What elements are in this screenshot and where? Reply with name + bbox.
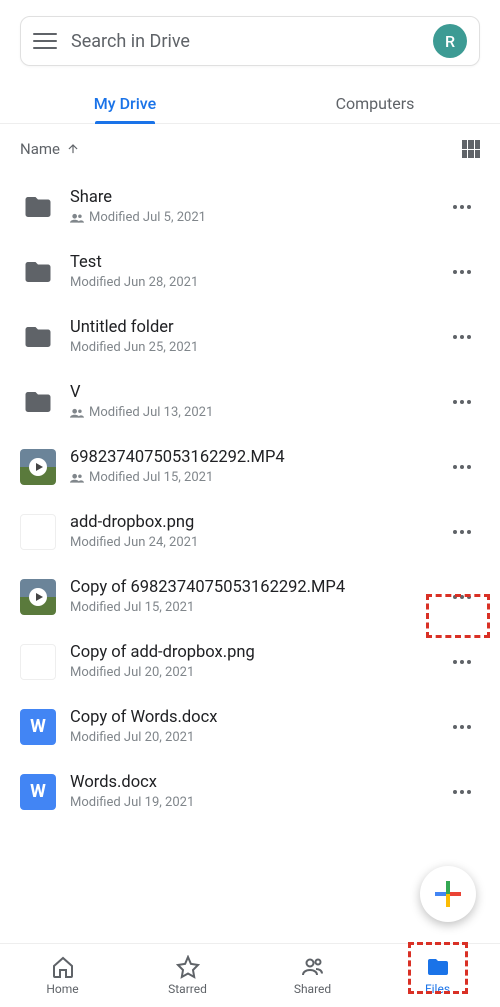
avatar[interactable]: R: [433, 24, 467, 58]
video-thumbnail: [20, 579, 56, 615]
file-info: Copy of 6982374075053162292.MP4 Modified …: [70, 578, 430, 615]
file-meta: Modified Jul 20, 2021: [70, 730, 430, 745]
star-icon: [176, 955, 200, 979]
file-name: V: [70, 383, 430, 402]
file-meta: Modified Jul 15, 2021: [70, 470, 430, 485]
word-doc-icon: W: [20, 774, 56, 810]
nav-starred-label: Starred: [168, 982, 207, 996]
file-info: Share Modified Jul 5, 2021: [70, 188, 430, 225]
more-options-button[interactable]: [444, 709, 480, 745]
file-meta: Modified Jul 15, 2021: [70, 600, 430, 615]
file-row[interactable]: W Copy of Words.docx Modified Jul 20, 2021: [0, 694, 500, 759]
sort-button[interactable]: Name: [20, 140, 80, 158]
file-row[interactable]: Share Modified Jul 5, 2021: [0, 174, 500, 239]
file-name: Share: [70, 188, 430, 207]
file-row[interactable]: Copy of add-dropbox.png Modified Jul 20, …: [0, 629, 500, 694]
file-name: add-dropbox.png: [70, 513, 430, 532]
nav-home[interactable]: Home: [0, 944, 125, 1007]
more-options-button[interactable]: [444, 449, 480, 485]
file-meta: Modified Jul 20, 2021: [70, 665, 430, 680]
more-options-button[interactable]: [444, 384, 480, 420]
folder-icon: [426, 955, 450, 979]
search-bar[interactable]: Search in Drive R: [20, 16, 480, 66]
file-name: Copy of add-dropbox.png: [70, 643, 430, 662]
file-meta: Modified Jun 28, 2021: [70, 275, 430, 290]
more-options-button[interactable]: [444, 319, 480, 355]
add-button[interactable]: [420, 866, 476, 922]
file-row[interactable]: V Modified Jul 13, 2021: [0, 369, 500, 434]
more-options-button[interactable]: [444, 579, 480, 615]
file-info: add-dropbox.png Modified Jun 24, 2021: [70, 513, 430, 550]
file-info: Words.docx Modified Jul 19, 2021: [70, 773, 430, 810]
file-meta: Modified Jun 24, 2021: [70, 535, 430, 550]
grid-view-icon[interactable]: [462, 140, 480, 158]
more-options-button[interactable]: [444, 644, 480, 680]
nav-home-label: Home: [46, 982, 78, 996]
video-thumbnail: [20, 449, 56, 485]
file-name: Copy of 6982374075053162292.MP4: [70, 578, 430, 597]
file-name: 6982374075053162292.MP4: [70, 448, 430, 467]
file-name: Copy of Words.docx: [70, 708, 430, 727]
image-thumbnail: [20, 514, 56, 550]
menu-icon[interactable]: [33, 29, 57, 53]
word-doc-icon: W: [20, 709, 56, 745]
nav-starred[interactable]: Starred: [125, 944, 250, 1007]
folder-icon: [20, 189, 56, 225]
image-thumbnail: [20, 644, 56, 680]
sort-label-text: Name: [20, 140, 60, 158]
nav-files[interactable]: Files: [375, 944, 500, 1007]
file-row[interactable]: 6982374075053162292.MP4 Modified Jul 15, …: [0, 434, 500, 499]
more-options-button[interactable]: [444, 189, 480, 225]
tabs: My Drive Computers: [0, 82, 500, 124]
plus-icon: [435, 881, 461, 907]
file-name: Untitled folder: [70, 318, 430, 337]
file-list: Share Modified Jul 5, 2021 Test Modified Ju…: [0, 174, 500, 914]
file-row[interactable]: add-dropbox.png Modified Jun 24, 2021: [0, 499, 500, 564]
file-meta: Modified Jul 19, 2021: [70, 795, 430, 810]
list-header: Name: [0, 124, 500, 174]
folder-icon: [20, 254, 56, 290]
file-info: Untitled folder Modified Jun 25, 2021: [70, 318, 430, 355]
home-icon: [51, 955, 75, 979]
file-name: Words.docx: [70, 773, 430, 792]
file-name: Test: [70, 253, 430, 272]
file-meta: Modified Jul 5, 2021: [70, 210, 430, 225]
file-info: Copy of add-dropbox.png Modified Jul 20, …: [70, 643, 430, 680]
bottom-nav: Home Starred Shared Files: [0, 943, 500, 1007]
more-options-button[interactable]: [444, 774, 480, 810]
file-info: 6982374075053162292.MP4 Modified Jul 15, …: [70, 448, 430, 485]
file-row[interactable]: Copy of 6982374075053162292.MP4 Modified …: [0, 564, 500, 629]
tab-my-drive[interactable]: My Drive: [0, 82, 250, 123]
file-row[interactable]: W Words.docx Modified Jul 19, 2021: [0, 759, 500, 824]
file-row[interactable]: Test Modified Jun 28, 2021: [0, 239, 500, 304]
file-info: Copy of Words.docx Modified Jul 20, 2021: [70, 708, 430, 745]
file-row[interactable]: Untitled folder Modified Jun 25, 2021: [0, 304, 500, 369]
file-info: V Modified Jul 13, 2021: [70, 383, 430, 420]
nav-shared-label: Shared: [294, 982, 331, 996]
nav-shared[interactable]: Shared: [250, 944, 375, 1007]
search-placeholder: Search in Drive: [71, 31, 433, 52]
more-options-button[interactable]: [444, 514, 480, 550]
file-meta: Modified Jun 25, 2021: [70, 340, 430, 355]
folder-icon: [20, 319, 56, 355]
folder-icon: [20, 384, 56, 420]
people-icon: [301, 955, 325, 979]
tab-computers[interactable]: Computers: [250, 82, 500, 123]
nav-files-label: Files: [425, 982, 450, 996]
arrow-up-icon: [66, 142, 80, 156]
file-meta: Modified Jul 13, 2021: [70, 405, 430, 420]
more-options-button[interactable]: [444, 254, 480, 290]
file-info: Test Modified Jun 28, 2021: [70, 253, 430, 290]
